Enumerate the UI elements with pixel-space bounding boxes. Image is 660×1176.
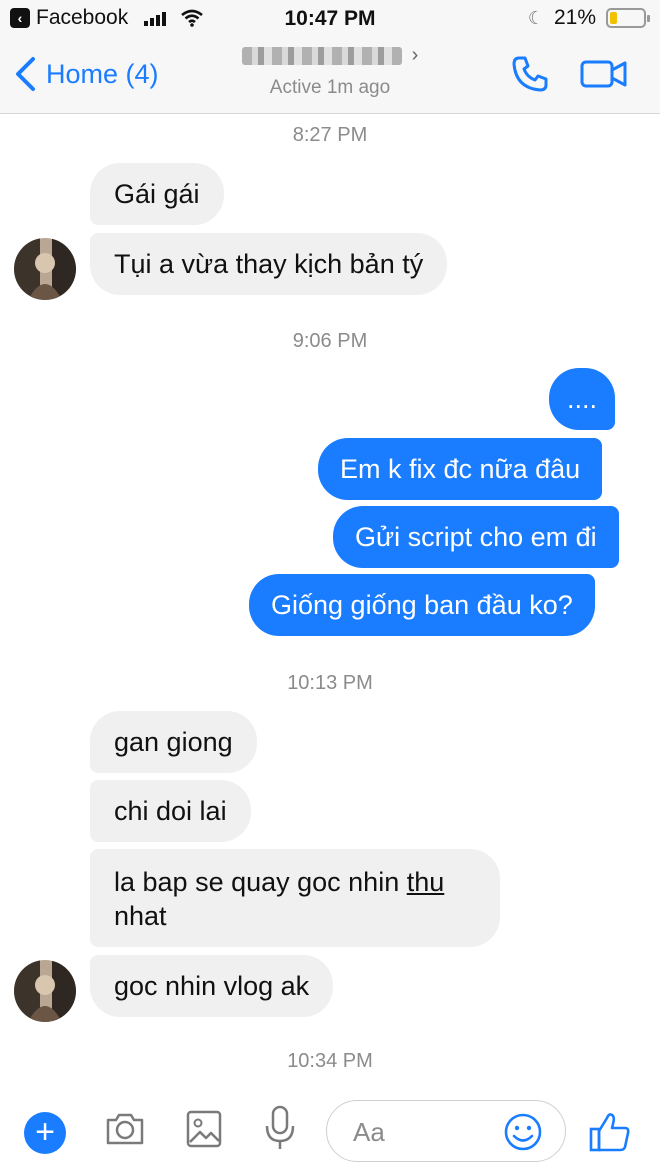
video-camera-icon[interactable] — [580, 56, 628, 92]
incoming-message[interactable]: chi doi lai — [90, 780, 251, 842]
contact-avatar[interactable] — [14, 238, 76, 300]
incoming-message[interactable]: Tụi a vừa thay kịch bản tý — [90, 233, 448, 295]
camera-icon[interactable] — [104, 1108, 146, 1150]
outgoing-message[interactable]: .... — [549, 368, 616, 430]
image-icon[interactable] — [184, 1108, 224, 1150]
battery-icon — [606, 8, 650, 28]
chevron-right-icon: › — [411, 44, 419, 66]
do-not-disturb-icon: ☾ — [527, 7, 544, 28]
thumbs-up-icon[interactable] — [588, 1110, 632, 1154]
message-text-underlined: thu — [406, 867, 445, 897]
message-text: la bap se quay goc nhin — [114, 867, 407, 897]
battery-percentage: 21% — [553, 6, 596, 29]
emoji-icon[interactable] — [503, 1112, 543, 1152]
contact-info[interactable]: › Active 1m ago — [0, 44, 660, 99]
timestamp: 9:06 PM — [292, 330, 368, 352]
microphone-icon[interactable] — [262, 1104, 298, 1152]
composer-bar: + Aa — [0, 1086, 660, 1176]
battery-fill — [610, 12, 617, 24]
contact-avatar[interactable] — [14, 960, 76, 1022]
incoming-message[interactable]: goc nhin vlog ak — [90, 955, 334, 1017]
timestamp: 10:34 PM — [287, 1050, 373, 1072]
timestamp: 8:27 PM — [292, 124, 368, 146]
avatar-image — [14, 238, 76, 300]
outgoing-message[interactable]: Em k fix đc nữa đâu — [318, 438, 603, 500]
message-text: nhat — [114, 901, 167, 931]
incoming-message[interactable]: la bap se quay goc nhin thu nhat — [90, 849, 500, 947]
active-status: Active 1m ago — [269, 77, 391, 98]
avatar-image — [14, 960, 76, 1022]
outgoing-message[interactable]: Gửi script cho em đi — [333, 506, 619, 568]
phone-icon[interactable] — [510, 54, 550, 94]
message-input[interactable]: Aa — [326, 1100, 566, 1162]
contact-name-blurred — [241, 46, 402, 65]
status-bar: ‹ Facebook 10:47 PM ☾ 21% — [0, 0, 660, 36]
status-right: ☾ 21% — [527, 6, 650, 30]
conversation-header: Home (4) › Active 1m ago — [0, 36, 660, 114]
outgoing-message[interactable]: Giống giống ban đầu ko? — [249, 574, 595, 636]
message-input-placeholder: Aa — [353, 1117, 385, 1147]
plus-icon[interactable]: + — [24, 1112, 66, 1154]
timestamp: 10:13 PM — [287, 672, 373, 694]
incoming-message[interactable]: Gái gái — [90, 163, 224, 225]
incoming-message[interactable]: gan giong — [90, 711, 257, 773]
